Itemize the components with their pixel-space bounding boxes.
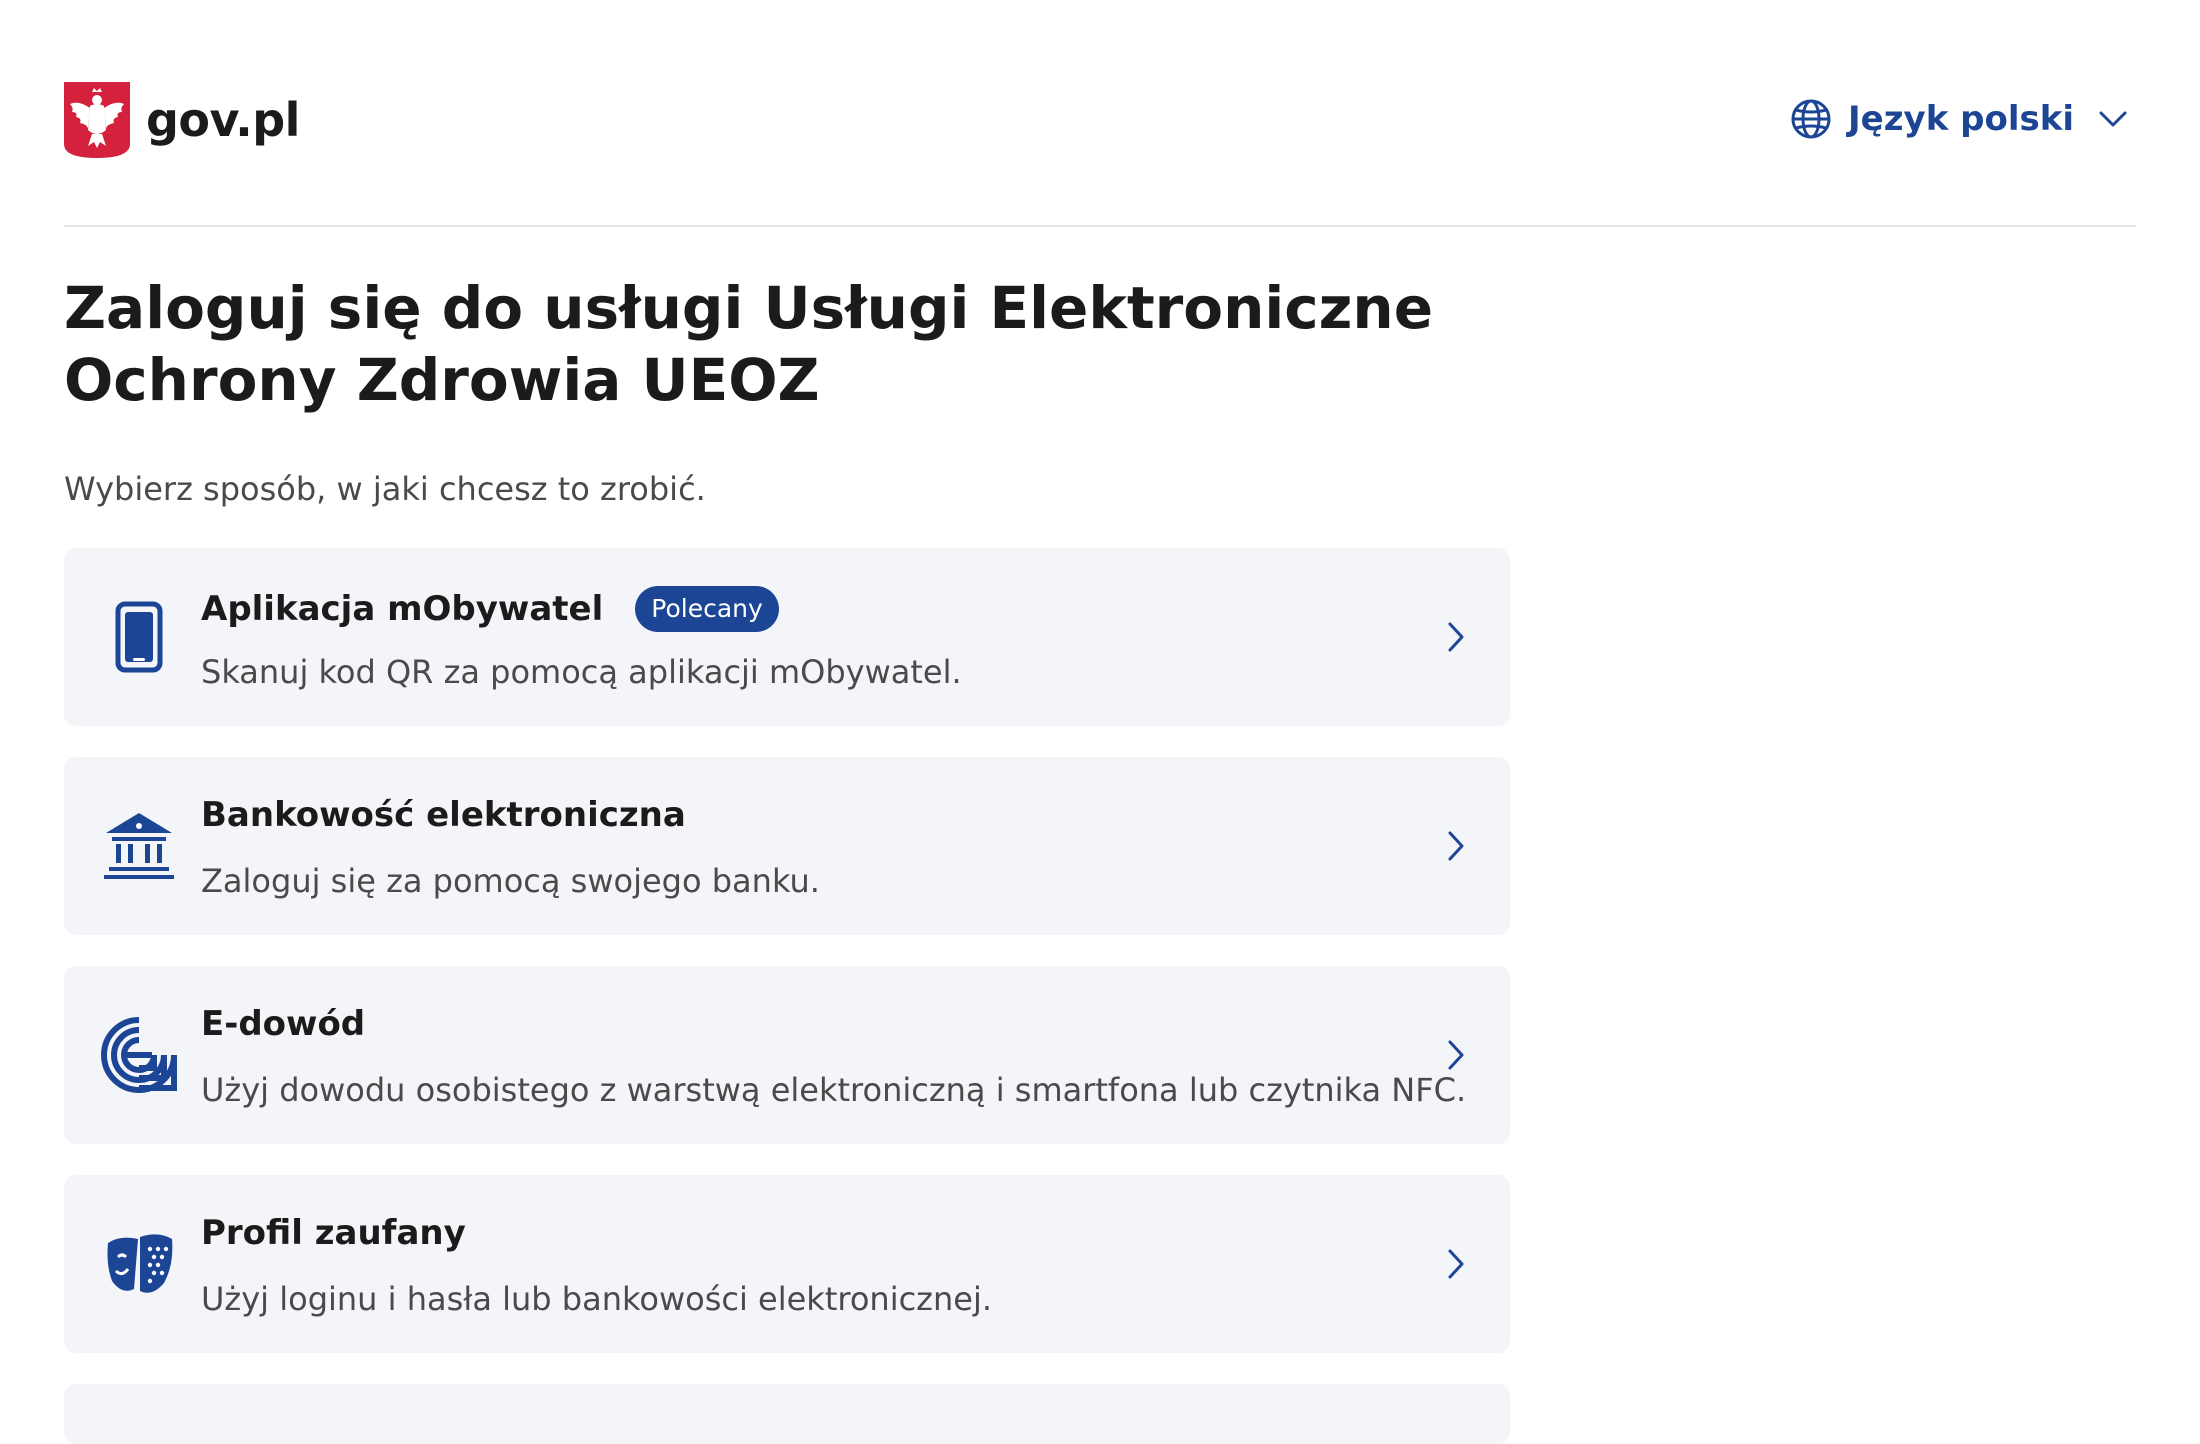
chevron-right-icon [1448, 1040, 1464, 1070]
trusted-profile-icon [107, 1234, 173, 1293]
site-header: gov.pl Język polski [64, 0, 2136, 227]
option-title: Aplikacja mObywatel [201, 589, 604, 629]
chevron-right-icon [1448, 831, 1464, 861]
option-title: Profil zaufany [201, 1213, 466, 1253]
option-description: Użyj loginu i hasła lub bankowości elekt… [201, 1280, 992, 1318]
option-trusted-profile[interactable]: Profil zaufany Użyj loginu i hasła lub b… [64, 1175, 1510, 1353]
phone-icon [115, 601, 163, 673]
option-description: Skanuj kod QR za pomocą aplikacji mObywa… [201, 653, 962, 691]
chevron-right-icon [1448, 622, 1464, 652]
bank-icon [104, 813, 174, 879]
option-title-row: Aplikacja mObywatel Polecany [201, 586, 779, 632]
option-online-banking[interactable]: Bankowość elektroniczna Zaloguj się za p… [64, 757, 1510, 935]
option-title: Bankowość elektroniczna [201, 795, 686, 835]
option-title: E-dowód [201, 1004, 366, 1044]
login-options-list: Aplikacja mObywatel Polecany Skanuj kod … [64, 548, 1510, 1444]
page-title: Zaloguj się do usługi Usługi Elektronicz… [64, 274, 1434, 414]
logo-text: gov.pl [146, 93, 300, 147]
page-subtitle: Wybierz sposób, w jaki chcesz to zrobić. [64, 470, 706, 508]
option-title-row: Profil zaufany [201, 1213, 466, 1253]
option-partially-visible[interactable] [64, 1384, 1510, 1444]
eagle-emblem-icon [64, 82, 130, 158]
recommended-badge: Polecany [635, 586, 779, 632]
language-selector[interactable]: Język polski [1790, 98, 2128, 140]
language-label: Język polski [1848, 99, 2074, 139]
e-id-icon [101, 1017, 177, 1093]
chevron-right-icon [1448, 1249, 1464, 1279]
option-description: Zaloguj się za pomocą swojego banku. [201, 862, 820, 900]
option-title-row: E-dowód [201, 1004, 365, 1044]
option-description: Użyj dowodu osobistego z warstwą elektro… [201, 1071, 1467, 1109]
globe-icon [1791, 99, 1831, 139]
option-e-id[interactable]: E-dowód Użyj dowodu osobistego z warstwą… [64, 966, 1510, 1144]
chevron-down-icon [2099, 111, 2127, 127]
option-mobywatel[interactable]: Aplikacja mObywatel Polecany Skanuj kod … [64, 548, 1510, 726]
option-title-row: Bankowość elektroniczna [201, 795, 686, 835]
gov-logo[interactable]: gov.pl [64, 82, 300, 158]
